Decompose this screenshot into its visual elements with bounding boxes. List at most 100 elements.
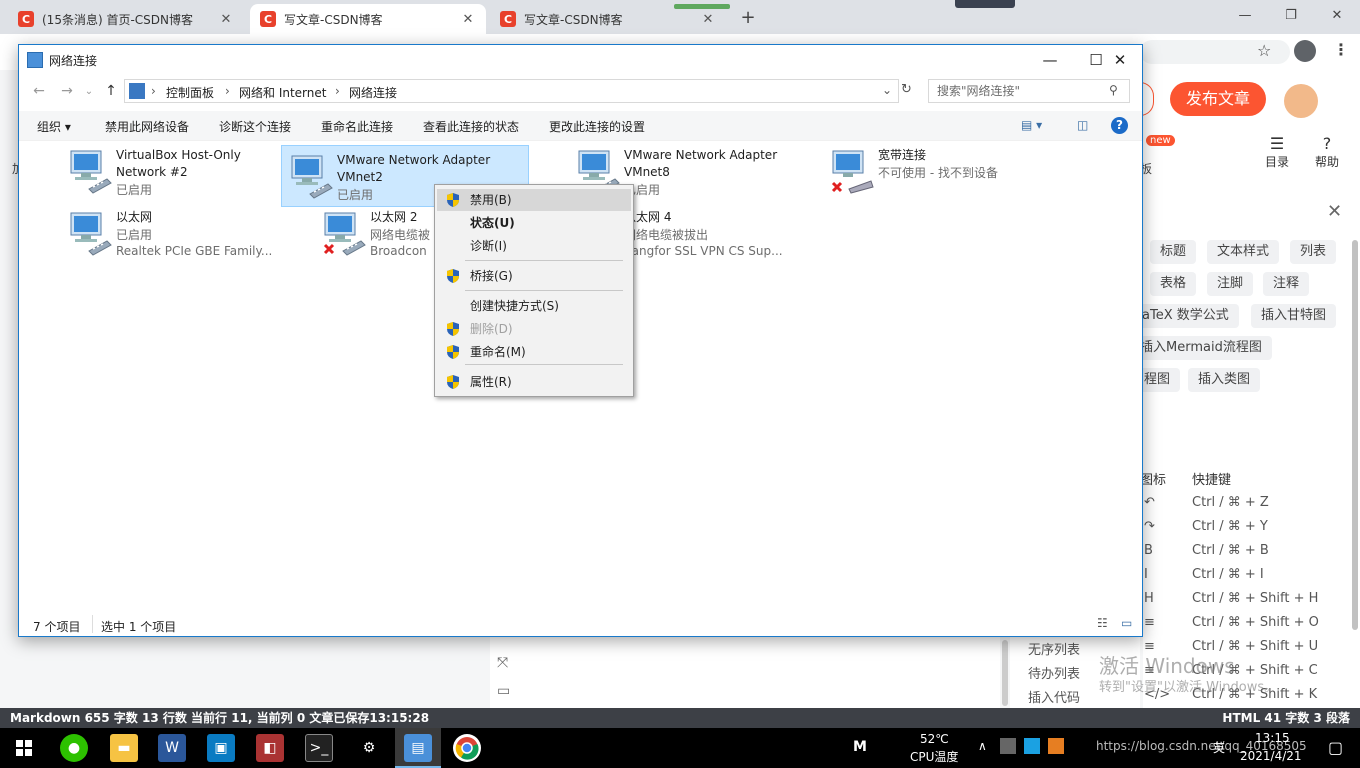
minimize-button[interactable]: — <box>1027 45 1073 75</box>
editor-status-bar: Markdown 655 字数 13 行数 当前行 11, 当前列 0 文章已保… <box>0 708 1360 728</box>
search-input[interactable]: 搜索"网络连接" <box>928 79 1130 103</box>
chip-footnote[interactable]: 注脚 <box>1207 272 1254 296</box>
tray-chevron-icon[interactable]: ∧ <box>978 739 987 753</box>
pdf-app-icon[interactable]: ◧ <box>256 734 284 762</box>
chrome-icon[interactable] <box>453 734 481 762</box>
word-icon[interactable]: W <box>158 734 186 762</box>
network-connection-item[interactable]: 以太网 已启用 Realtek PCIe GBE Family... <box>61 203 309 265</box>
bookmark-star-icon[interactable]: ☆ <box>1257 41 1271 60</box>
toc-button[interactable]: ☰ 目录 <box>1257 134 1297 170</box>
tab-write-article-active[interactable]: C 写文章-CSDN博客 ✕ <box>250 4 486 34</box>
profile-icon[interactable] <box>1294 40 1316 62</box>
context-menu-item[interactable]: 重命名(M) <box>437 341 631 363</box>
browser-close-button[interactable]: ✕ <box>1314 4 1360 28</box>
chip-latex[interactable]: aTeX 数学公式 <box>1134 304 1239 328</box>
tray-app-icon[interactable] <box>1000 738 1016 754</box>
breadcrumb-network-connections[interactable]: 网络连接 <box>349 84 397 101</box>
tray-app-icon[interactable] <box>1048 738 1064 754</box>
network-adapter-icon <box>323 212 366 256</box>
clock-time[interactable]: 13:15 <box>1255 731 1290 745</box>
back-arrow-icon[interactable]: ← <box>29 83 49 99</box>
network-connection-item[interactable]: 宽带连接 不可使用 - 找不到设备 <box>823 141 1071 203</box>
context-menu-item[interactable]: 属性(R) <box>437 371 631 393</box>
settings-gear-icon[interactable]: ⚙ <box>355 734 383 762</box>
forward-arrow-icon[interactable]: → <box>57 83 77 99</box>
tab-close-icon[interactable]: ✕ <box>460 12 476 27</box>
view-options-icon[interactable]: ▤ ▾ <box>1021 118 1042 132</box>
notification-icon[interactable]: ▢ <box>1328 738 1343 757</box>
avatar[interactable] <box>1284 84 1318 118</box>
network-connection-item[interactable]: VirtualBox Host-Only Network #2 已启用 <box>61 141 309 203</box>
scrollbar[interactable] <box>1002 640 1008 706</box>
menu-label: 重命名(M) <box>470 345 526 359</box>
diagnose-button[interactable]: 诊断这个连接 <box>219 118 291 135</box>
chip-text-style[interactable]: 文本样式 <box>1207 240 1280 264</box>
view-status-button[interactable]: 查看此连接的状态 <box>423 118 519 135</box>
network-connections-taskbar-active[interactable]: ▤ <box>395 728 441 768</box>
editor-area[interactable] <box>490 636 1000 708</box>
context-menu-item[interactable]: 桥接(G) <box>437 265 631 287</box>
menu-label: 禁用(B) <box>470 193 512 207</box>
shortcut-keys: Ctrl / ⌘ + Z <box>1192 495 1269 510</box>
chip-class-diagram[interactable]: 插入类图 <box>1188 368 1261 392</box>
search-icon[interactable]: ⚲ <box>1109 83 1118 97</box>
chip-gantt[interactable]: 插入甘特图 <box>1251 304 1337 328</box>
chip-list[interactable]: 列表 <box>1290 240 1337 264</box>
breadcrumb-control-panel[interactable]: 控制面板 <box>166 84 214 101</box>
fullscreen-icon[interactable]: ⤧ <box>497 655 508 671</box>
file-explorer-icon[interactable]: ▬ <box>110 734 138 762</box>
close-panel-icon[interactable]: ✕ <box>1327 201 1342 222</box>
preview-icon[interactable]: ▭ <box>497 683 510 699</box>
rename-button[interactable]: 重命名此连接 <box>321 118 393 135</box>
publish-article-button[interactable]: 发布文章 <box>1170 82 1266 116</box>
context-menu-item[interactable]: 禁用(B) <box>437 189 631 211</box>
chip-heading[interactable]: 标题 <box>1150 240 1197 264</box>
chip-comment[interactable]: 注释 <box>1263 272 1310 296</box>
tiles-view-icon[interactable]: ▭ <box>1121 616 1132 630</box>
recent-chevron-icon[interactable]: ⌄ <box>79 86 99 97</box>
help-icon[interactable]: ? <box>1111 117 1128 134</box>
disable-device-button[interactable]: 禁用此网络设备 <box>105 118 189 135</box>
browser-maximize-button[interactable]: ❐ <box>1268 4 1314 28</box>
context-menu-item[interactable]: 诊断(I) <box>437 235 631 257</box>
tab-close-icon[interactable]: ✕ <box>218 12 234 27</box>
browser-menu-icon[interactable]: ⋮ <box>1333 40 1349 59</box>
wechat-icon[interactable]: ● <box>60 734 88 762</box>
browser-minimize-button[interactable]: — <box>1222 4 1268 28</box>
up-arrow-icon[interactable]: ↑ <box>101 83 121 99</box>
connection-status: 已启用 <box>337 188 374 202</box>
tray-app-icon[interactable] <box>1024 738 1040 754</box>
tab-csdn-home[interactable]: C (15条消息) 首页-CSDN博客 ✕ <box>8 4 244 34</box>
connection-name: VirtualBox Host-Only <box>116 148 241 162</box>
m-tray-icon[interactable]: M <box>853 739 867 755</box>
refresh-icon[interactable]: ↻ <box>901 82 912 97</box>
clock-date[interactable]: 2021/4/21 <box>1240 749 1302 763</box>
chip-table[interactable]: 表格 <box>1150 272 1197 296</box>
preview-pane-icon[interactable]: ◫ <box>1077 118 1088 132</box>
start-windows-icon[interactable] <box>10 734 38 762</box>
remote-desktop-icon[interactable]: ▣ <box>207 734 235 762</box>
organize-menu[interactable]: 组织 ▾ <box>37 118 71 135</box>
address-breadcrumb[interactable]: › 控制面板 › 网络和 Internet › 网络连接 ⌄ <box>124 79 899 103</box>
context-menu-item[interactable]: 创建快捷方式(S) <box>437 295 631 317</box>
new-tab-button[interactable]: + <box>736 6 760 30</box>
chip-mermaid[interactable]: 插入Mermaid流程图 <box>1134 336 1272 360</box>
help-button[interactable]: ? 帮助 <box>1307 134 1347 170</box>
change-settings-button[interactable]: 更改此连接的设置 <box>549 118 645 135</box>
close-button[interactable]: ✕ <box>1097 45 1143 75</box>
address-dropdown-icon[interactable]: ⌄ <box>882 83 892 97</box>
new-badge: new <box>1146 135 1175 146</box>
ime-indicator[interactable]: 英 <box>1213 739 1225 756</box>
command-bar: 组织 ▾ 禁用此网络设备 诊断这个连接 重命名此连接 查看此连接的状态 更改此连… <box>19 111 1142 141</box>
terminal-icon[interactable]: >_ <box>305 734 333 762</box>
details-view-icon[interactable]: ☷ <box>1097 616 1108 630</box>
connection-name-line2: VMnet8 <box>624 165 670 179</box>
context-menu-item[interactable]: 状态(U) <box>437 212 631 234</box>
breadcrumb-network-internet[interactable]: 网络和 Internet <box>239 84 326 101</box>
menu-separator <box>465 290 623 291</box>
connection-device: Realtek PCIe GBE Family... <box>116 244 273 258</box>
tab-close-icon[interactable]: ✕ <box>700 12 716 27</box>
panel-scrollbar[interactable] <box>1352 240 1358 630</box>
shortcut-keys: Ctrl / ⌘ + B <box>1192 543 1269 558</box>
title-bar[interactable]: 网络连接 — ☐ ✕ <box>19 45 1142 75</box>
